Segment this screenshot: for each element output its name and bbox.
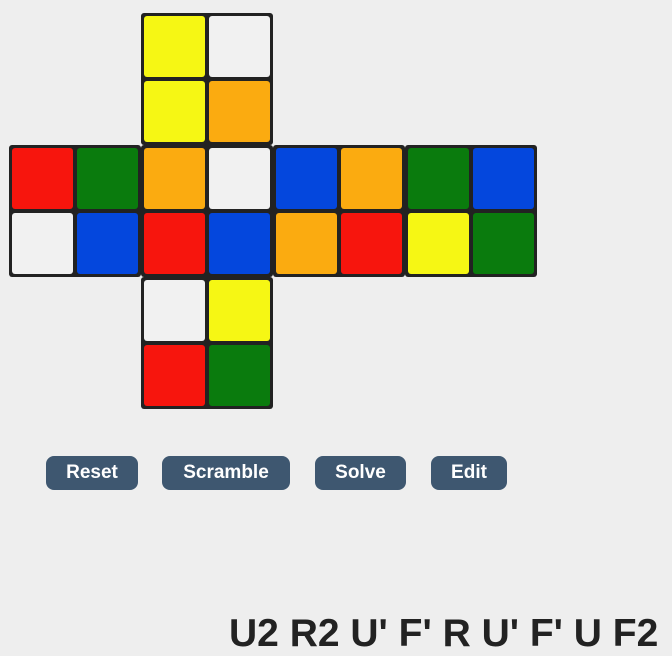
sticker-front-0[interactable] bbox=[144, 148, 205, 209]
sticker-down-2[interactable] bbox=[144, 345, 205, 406]
cube-face-right bbox=[273, 145, 405, 277]
sticker-up-0[interactable] bbox=[144, 16, 205, 77]
sticker-left-1[interactable] bbox=[77, 148, 138, 209]
edit-button[interactable]: Edit bbox=[431, 456, 507, 490]
sticker-left-3[interactable] bbox=[77, 213, 138, 274]
sticker-left-0[interactable] bbox=[12, 148, 73, 209]
cube-face-left bbox=[9, 145, 141, 277]
sticker-front-1[interactable] bbox=[209, 148, 270, 209]
sticker-back-3[interactable] bbox=[473, 213, 534, 274]
sticker-back-0[interactable] bbox=[408, 148, 469, 209]
sticker-right-2[interactable] bbox=[276, 213, 337, 274]
solution-moves: U2 R2 U' F' R U' F' U F2 bbox=[229, 612, 659, 655]
sticker-right-0[interactable] bbox=[276, 148, 337, 209]
sticker-up-1[interactable] bbox=[209, 16, 270, 77]
sticker-back-2[interactable] bbox=[408, 213, 469, 274]
scramble-button[interactable]: Scramble bbox=[162, 456, 290, 490]
sticker-front-2[interactable] bbox=[144, 213, 205, 274]
sticker-down-0[interactable] bbox=[144, 280, 205, 341]
sticker-back-1[interactable] bbox=[473, 148, 534, 209]
cube-face-up bbox=[141, 13, 273, 145]
sticker-left-2[interactable] bbox=[12, 213, 73, 274]
cube-face-down bbox=[141, 277, 273, 409]
sticker-down-1[interactable] bbox=[209, 280, 270, 341]
solve-button[interactable]: Solve bbox=[315, 456, 406, 490]
reset-button[interactable]: Reset bbox=[46, 456, 138, 490]
sticker-up-3[interactable] bbox=[209, 81, 270, 142]
sticker-up-2[interactable] bbox=[144, 81, 205, 142]
cube-face-front bbox=[141, 145, 273, 277]
sticker-down-3[interactable] bbox=[209, 345, 270, 406]
sticker-right-3[interactable] bbox=[341, 213, 402, 274]
cube-face-back bbox=[405, 145, 537, 277]
sticker-front-3[interactable] bbox=[209, 213, 270, 274]
sticker-right-1[interactable] bbox=[341, 148, 402, 209]
